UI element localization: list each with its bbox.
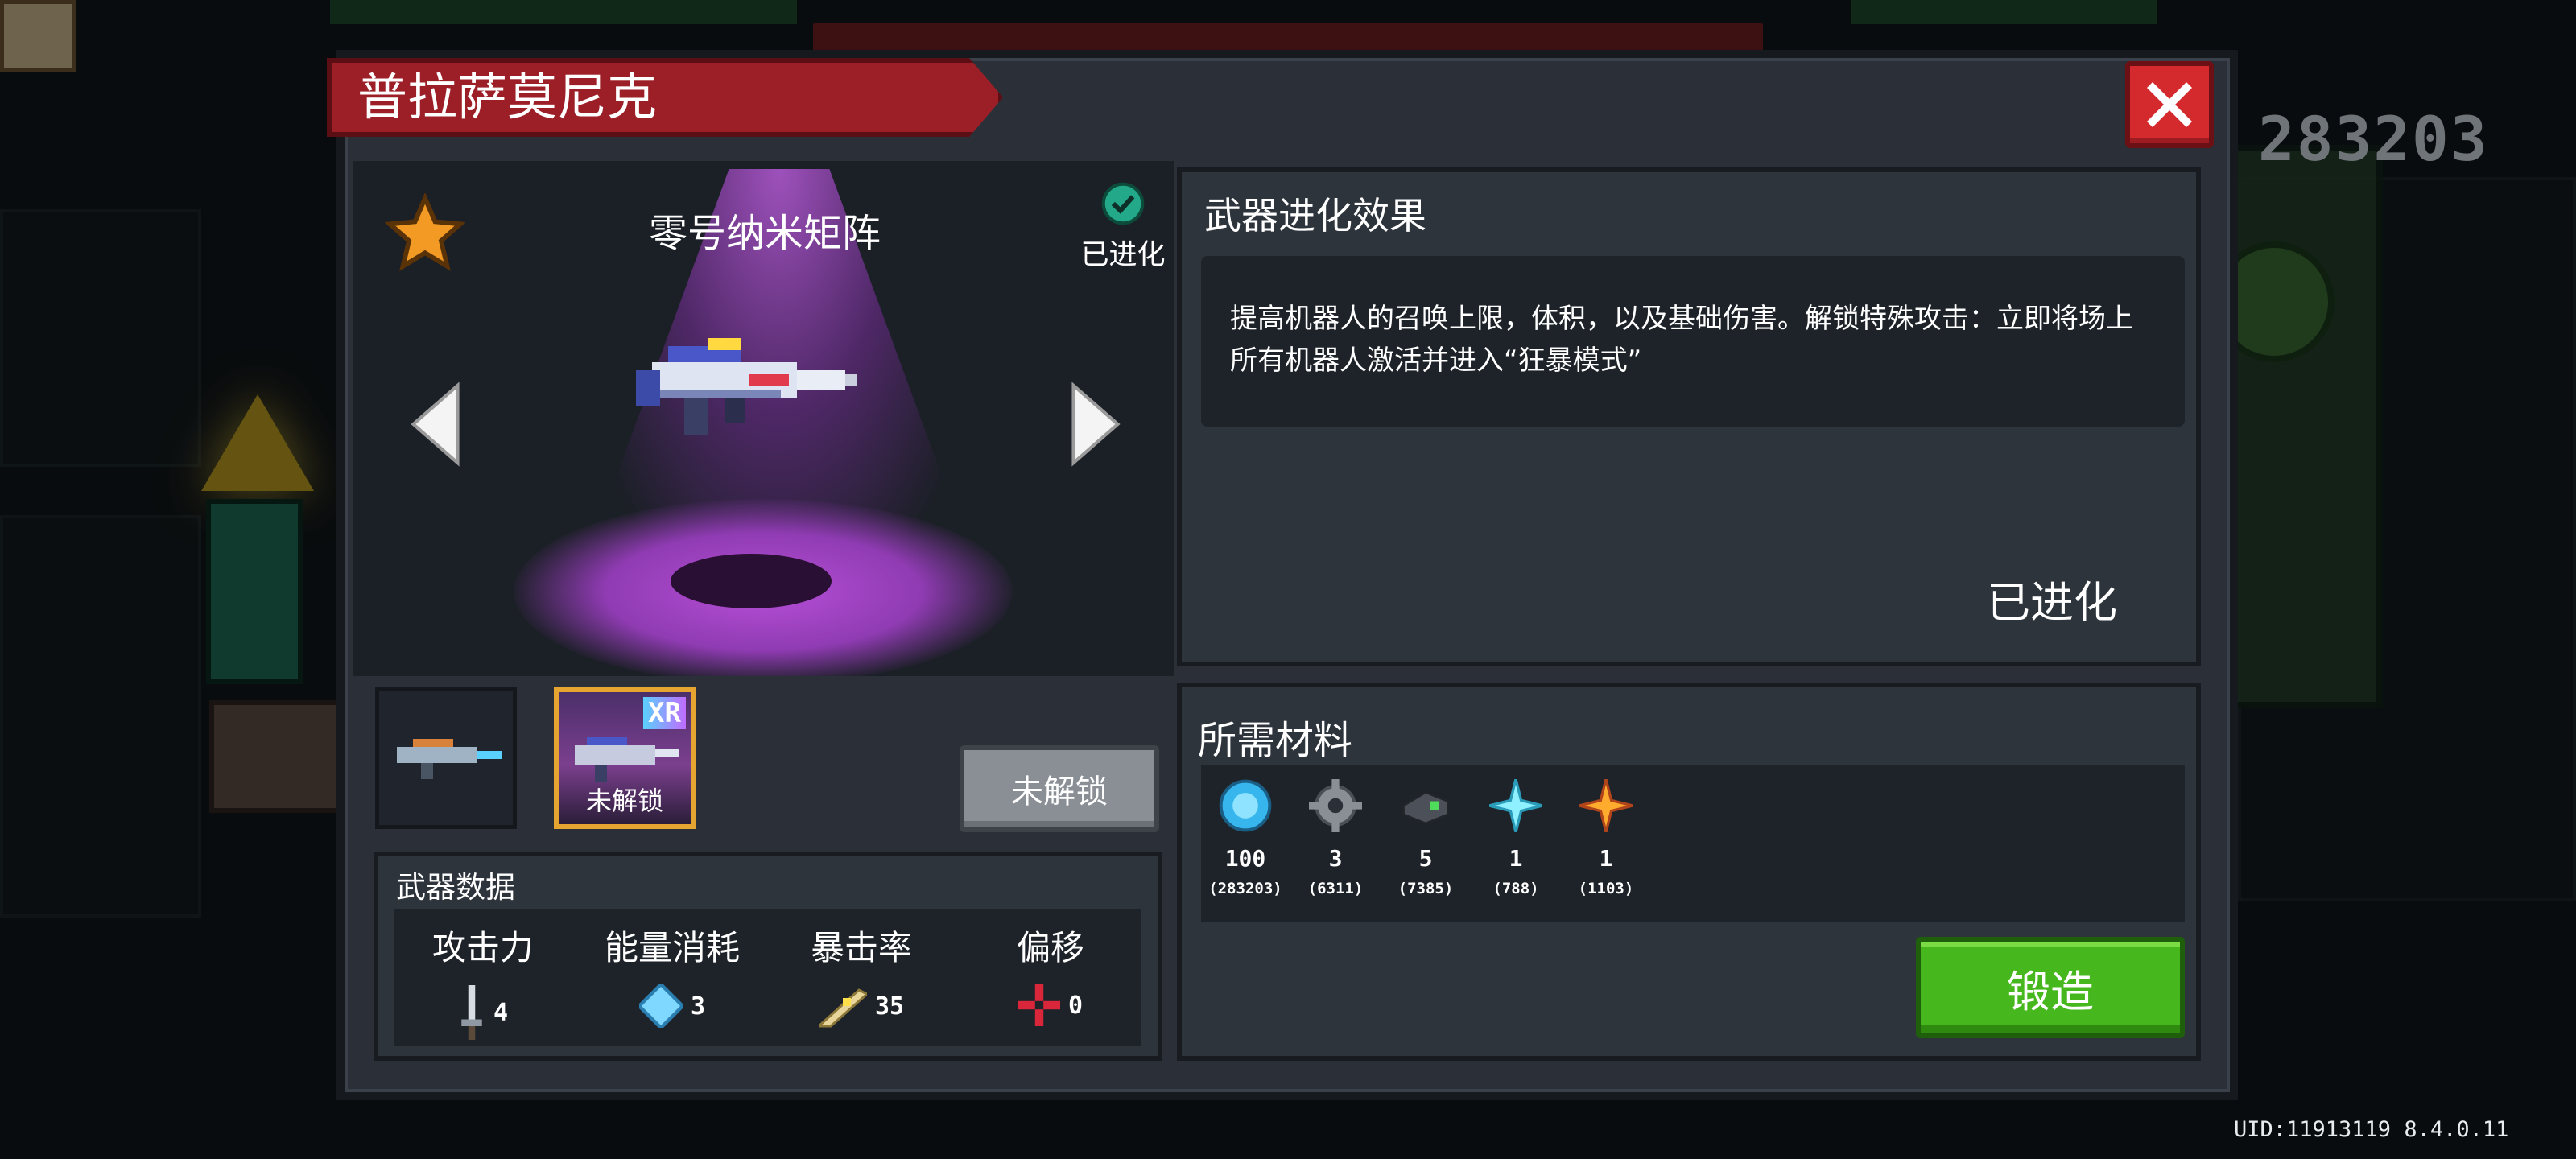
close-button[interactable] (2125, 61, 2214, 148)
material-qty: 1 (1509, 845, 1523, 872)
evolution-title: 武器进化效果 (1204, 194, 1426, 237)
stat-energy: 能量消耗 3 (584, 921, 761, 1028)
material-qty: 3 (1328, 845, 1343, 872)
material-item: 100 (283203) (1201, 779, 1290, 897)
evolved-badge: 已进化 (1075, 182, 1171, 273)
stat-value: 4 (493, 998, 509, 1027)
material-owned: (1103) (1578, 880, 1634, 897)
uid-version: UID:11913119 8.4.0.11 (2234, 1117, 2509, 1142)
material-owned: (788) (1492, 880, 1539, 897)
stat-crit: 暴击率 35 (773, 921, 950, 1028)
stat-value: 35 (874, 992, 905, 1021)
material-qty: 100 (1224, 845, 1266, 872)
locked-button[interactable]: 未解锁 (960, 745, 1159, 832)
stat-label: 暴击率 (810, 928, 912, 967)
stat-value: 0 (1067, 991, 1084, 1020)
skin-thumb-xr[interactable]: XR 未解锁 (554, 687, 696, 829)
close-icon (2147, 82, 2192, 127)
check-shield-icon (1101, 182, 1145, 225)
material-qty: 1 (1599, 845, 1613, 872)
next-arrow-icon[interactable] (1067, 380, 1124, 468)
skin-caption: 未解锁 (585, 786, 663, 816)
gem-total: 283203 (2258, 103, 2489, 175)
favorite-star-icon[interactable] (385, 193, 465, 274)
material-item: 5 (7385) (1381, 779, 1470, 897)
energy-crystal-icon (638, 984, 683, 1028)
display-pad-center (671, 554, 832, 608)
gem-coin-icon (1219, 779, 1272, 832)
materials-title: 所需材料 (1198, 718, 1353, 763)
weapon-stats-panel: 武器数据 攻击力 4 能量消耗 3 暴击率 35 偏移 0 (374, 852, 1162, 1061)
sword-icon (461, 985, 482, 1040)
material-qty: 5 (1418, 845, 1433, 872)
material-item: 1 (788) (1472, 779, 1560, 897)
weapon-sprite-icon (575, 737, 679, 782)
material-owned: (6311) (1307, 880, 1364, 897)
weapon-name: 零号纳米矩阵 (648, 211, 881, 256)
weapon-sprite-icon (397, 739, 502, 779)
skin-thumb-default[interactable] (375, 687, 517, 829)
stat-offset: 偏移 0 (962, 921, 1139, 1026)
stat-attack: 攻击力 4 (394, 921, 572, 1041)
stat-value: 3 (690, 992, 706, 1021)
stat-label: 能量消耗 (604, 928, 740, 967)
material-owned: (283203) (1208, 880, 1282, 897)
battery-part-icon (1402, 790, 1449, 825)
stat-label: 攻击力 (431, 928, 534, 967)
stat-label: 偏移 (1016, 928, 1084, 967)
forge-button[interactable]: 锻造 (1916, 937, 2185, 1038)
dialog-title: 普拉萨莫尼克 (357, 68, 658, 126)
crosshair-icon (1018, 984, 1060, 1026)
materials-list: 100 (283203) 3 (6311) 5 (7385) 1 (788) 1… (1201, 765, 2185, 922)
evolution-description: 提高机器人的召唤上限，体积，以及基础伤害。解锁特殊攻击：立即将场上所有机器人激活… (1201, 256, 2185, 427)
material-item: 1 (1103) (1562, 779, 1650, 897)
ice-crystal-icon (1489, 779, 1542, 832)
prev-arrow-icon[interactable] (407, 380, 464, 468)
stats-grid: 攻击力 4 能量消耗 3 暴击率 35 偏移 0 (394, 909, 1141, 1046)
weapon-sprite-icon (636, 338, 857, 435)
stats-title: 武器数据 (396, 870, 515, 905)
material-owned: (7385) (1397, 880, 1454, 897)
evolution-effect-panel: 武器进化效果 提高机器人的召唤上限，体积，以及基础伤害。解锁特殊攻击：立即将场上… (1177, 167, 2201, 666)
crit-feather-icon (818, 988, 867, 1028)
material-item: 3 (6311) (1291, 779, 1380, 897)
xr-tag: XR (643, 697, 686, 729)
gear-part-icon (1309, 779, 1362, 832)
fire-crystal-icon (1579, 779, 1633, 832)
evolution-status: 已进化 (1987, 577, 2117, 628)
evolved-label: 已进化 (1080, 239, 1166, 271)
